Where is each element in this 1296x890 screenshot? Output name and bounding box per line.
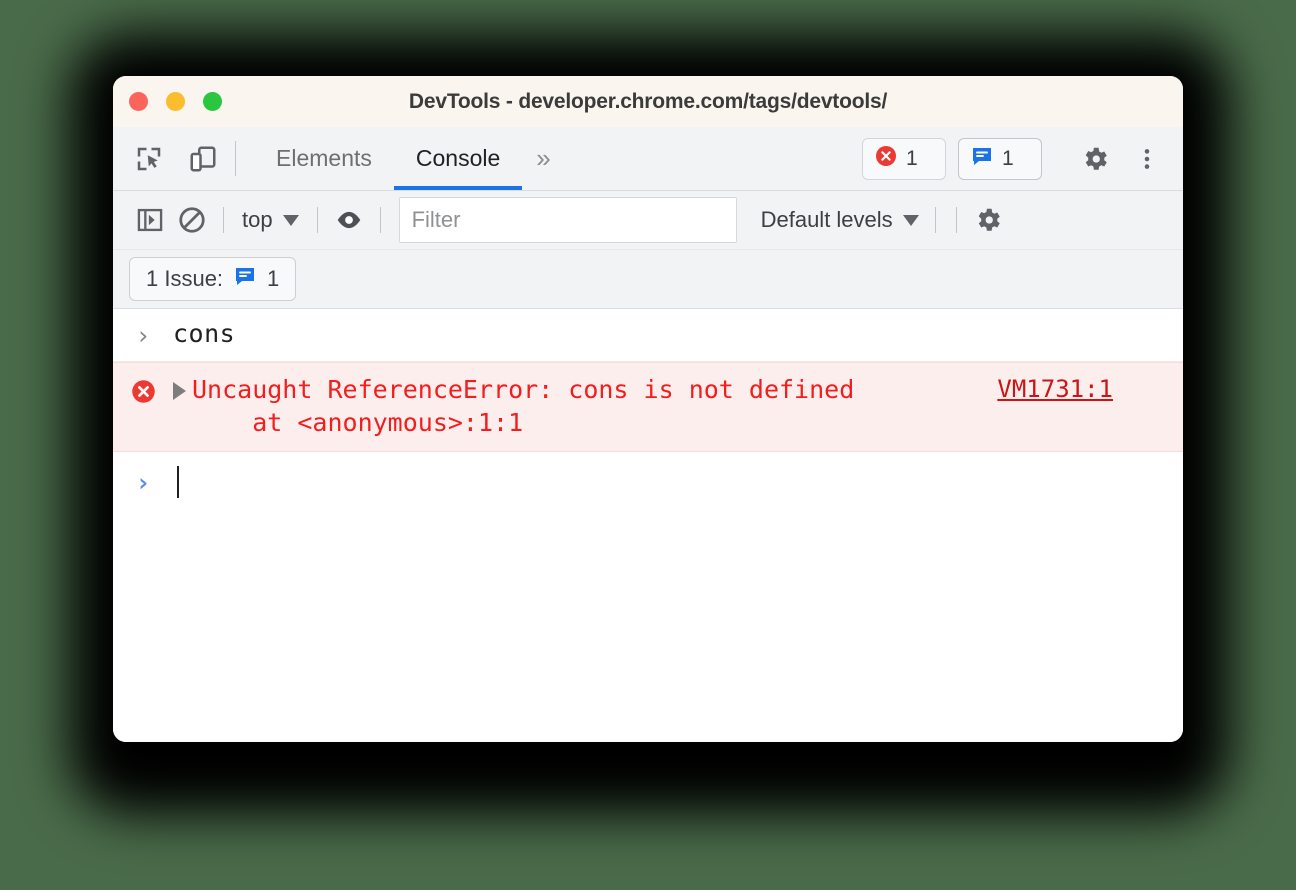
error-message-text: Uncaught ReferenceError: cons is not def… — [192, 375, 855, 437]
error-count-label: 1 — [906, 146, 918, 170]
issues-count-label: 1 — [267, 266, 280, 291]
device-toolbar-icon[interactable] — [183, 139, 223, 179]
close-window-button[interactable] — [129, 92, 148, 111]
chevron-down-icon — [282, 214, 299, 226]
console-sidebar-icon[interactable] — [129, 199, 171, 241]
expand-stack-trace-icon[interactable] — [173, 382, 186, 400]
console-settings-gear-icon[interactable] — [967, 199, 1009, 241]
devtools-tabbar: Elements Console » 1 1 — [113, 127, 1183, 191]
console-toolbar: top Filter Default levels — [113, 191, 1183, 250]
clear-console-icon[interactable] — [171, 199, 213, 241]
console-error-row[interactable]: Uncaught ReferenceError: cons is not def… — [113, 362, 1183, 452]
tab-console[interactable]: Console — [393, 127, 523, 190]
gear-icon[interactable] — [1075, 139, 1115, 179]
toolbar-divider-1 — [223, 207, 224, 233]
more-tabs-chevron-icon[interactable]: » — [522, 127, 560, 190]
window-title: DevTools - developer.chrome.com/tags/dev… — [408, 89, 888, 113]
titlebar: DevTools - developer.chrome.com/tags/dev… — [113, 76, 1183, 127]
tab-elements[interactable]: Elements — [254, 127, 394, 190]
issue-bubble-icon — [970, 144, 994, 174]
prompt-gutter: › — [113, 464, 173, 500]
chevron-down-icon — [902, 214, 919, 226]
text-caret — [177, 466, 179, 498]
traffic-lights — [129, 92, 222, 111]
issues-summary-button[interactable]: 1 Issue: 1 — [129, 257, 297, 301]
toolbar-divider-2 — [316, 207, 318, 233]
error-circle-icon — [874, 144, 898, 174]
console-input-text: cons — [173, 319, 236, 348]
console-prompt-row[interactable]: › — [113, 452, 1183, 512]
log-levels-selector[interactable]: Default levels — [755, 207, 925, 233]
tabbar-left-icons — [113, 127, 223, 190]
kebab-menu-icon[interactable] — [1127, 139, 1167, 179]
error-source-link[interactable]: VM1731:1 — [997, 373, 1183, 406]
maximize-window-button[interactable] — [203, 92, 222, 111]
issue-count-label: 1 — [1002, 146, 1014, 170]
log-levels-label: Default levels — [760, 207, 893, 232]
tabbar-divider — [235, 141, 236, 176]
issue-counter-button[interactable]: 1 — [958, 137, 1042, 180]
prompt-chevron-icon: › — [135, 468, 151, 497]
execution-context-label: top — [242, 207, 273, 232]
console-output[interactable]: › cons Uncaught ReferenceError: cons is … — [113, 309, 1183, 742]
filter-input[interactable]: Filter — [398, 197, 737, 243]
toolbar-divider-4 — [934, 207, 936, 233]
issue-bubble-icon — [233, 264, 257, 294]
inspect-element-icon[interactable] — [129, 139, 169, 179]
input-prompt-gutter: › — [113, 317, 173, 353]
live-expression-eye-icon[interactable] — [328, 199, 370, 241]
issues-label: 1 Issue: — [146, 266, 224, 291]
toolbar-divider-3 — [379, 207, 381, 233]
error-circle-icon — [130, 378, 157, 409]
tabbar-right-group: 1 1 — [862, 127, 1183, 190]
error-icon-cell — [113, 373, 173, 409]
issues-bar: 1 Issue: 1 — [113, 250, 1183, 309]
execution-context-selector[interactable]: top — [234, 207, 307, 233]
devtools-window: DevTools - developer.chrome.com/tags/dev… — [113, 76, 1183, 742]
console-input-echo-row: › cons — [113, 309, 1183, 362]
prompt-chevron-icon: › — [135, 321, 151, 350]
toolbar-divider-5 — [955, 207, 957, 233]
error-counter-button[interactable]: 1 — [862, 137, 946, 180]
minimize-window-button[interactable] — [166, 92, 185, 111]
panel-tabs: Elements Console » — [254, 127, 561, 190]
